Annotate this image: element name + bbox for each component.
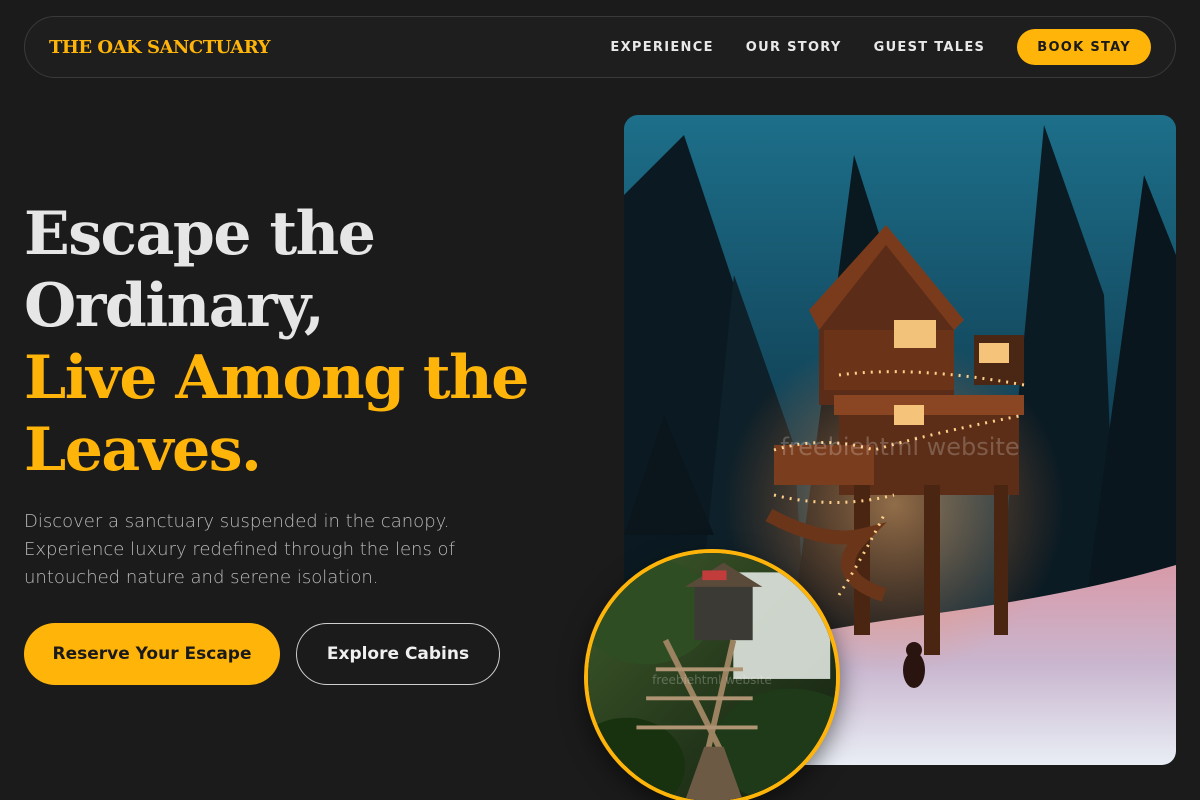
headline-line-1: Escape the <box>24 199 376 269</box>
nav-links: EXPERIENCE OUR STORY GUEST TALES BOOK ST… <box>578 29 1151 65</box>
book-stay-button[interactable]: BOOK STAY <box>1017 29 1151 65</box>
hero-description: Discover a sanctuary suspended in the ca… <box>24 508 524 592</box>
explore-cabins-button[interactable]: Explore Cabins <box>296 623 500 685</box>
hero-headline: Escape the Ordinary, Live Among the Leav… <box>24 198 584 486</box>
nav-link-experience[interactable]: EXPERIENCE <box>610 40 713 55</box>
headline-accent-line-2: Leaves. <box>24 415 262 485</box>
lead-line-1: Discover a sanctuary suspended in the ca… <box>24 511 450 532</box>
hero-image-watermark: freebiehtml website <box>780 433 1020 461</box>
headline-line-2: Ordinary, <box>24 271 325 341</box>
top-nav: THE OAK SANCTUARY EXPERIENCE OUR STORY G… <box>24 16 1176 78</box>
nav-link-our-story[interactable]: OUR STORY <box>746 40 842 55</box>
lead-line-3: untouched nature and serene isolation. <box>24 567 379 588</box>
inset-image-watermark: freebiehtml website <box>652 673 772 687</box>
nav-link-guest-tales[interactable]: GUEST TALES <box>874 40 986 55</box>
brand-logo[interactable]: THE OAK SANCTUARY <box>49 37 270 58</box>
lead-line-2: Experience luxury redefined through the … <box>24 539 455 560</box>
headline-accent-line-1: Live Among the <box>24 343 529 413</box>
treehouse-inset-image: freebiehtml website <box>584 549 840 800</box>
reserve-escape-button[interactable]: Reserve Your Escape <box>24 623 280 685</box>
